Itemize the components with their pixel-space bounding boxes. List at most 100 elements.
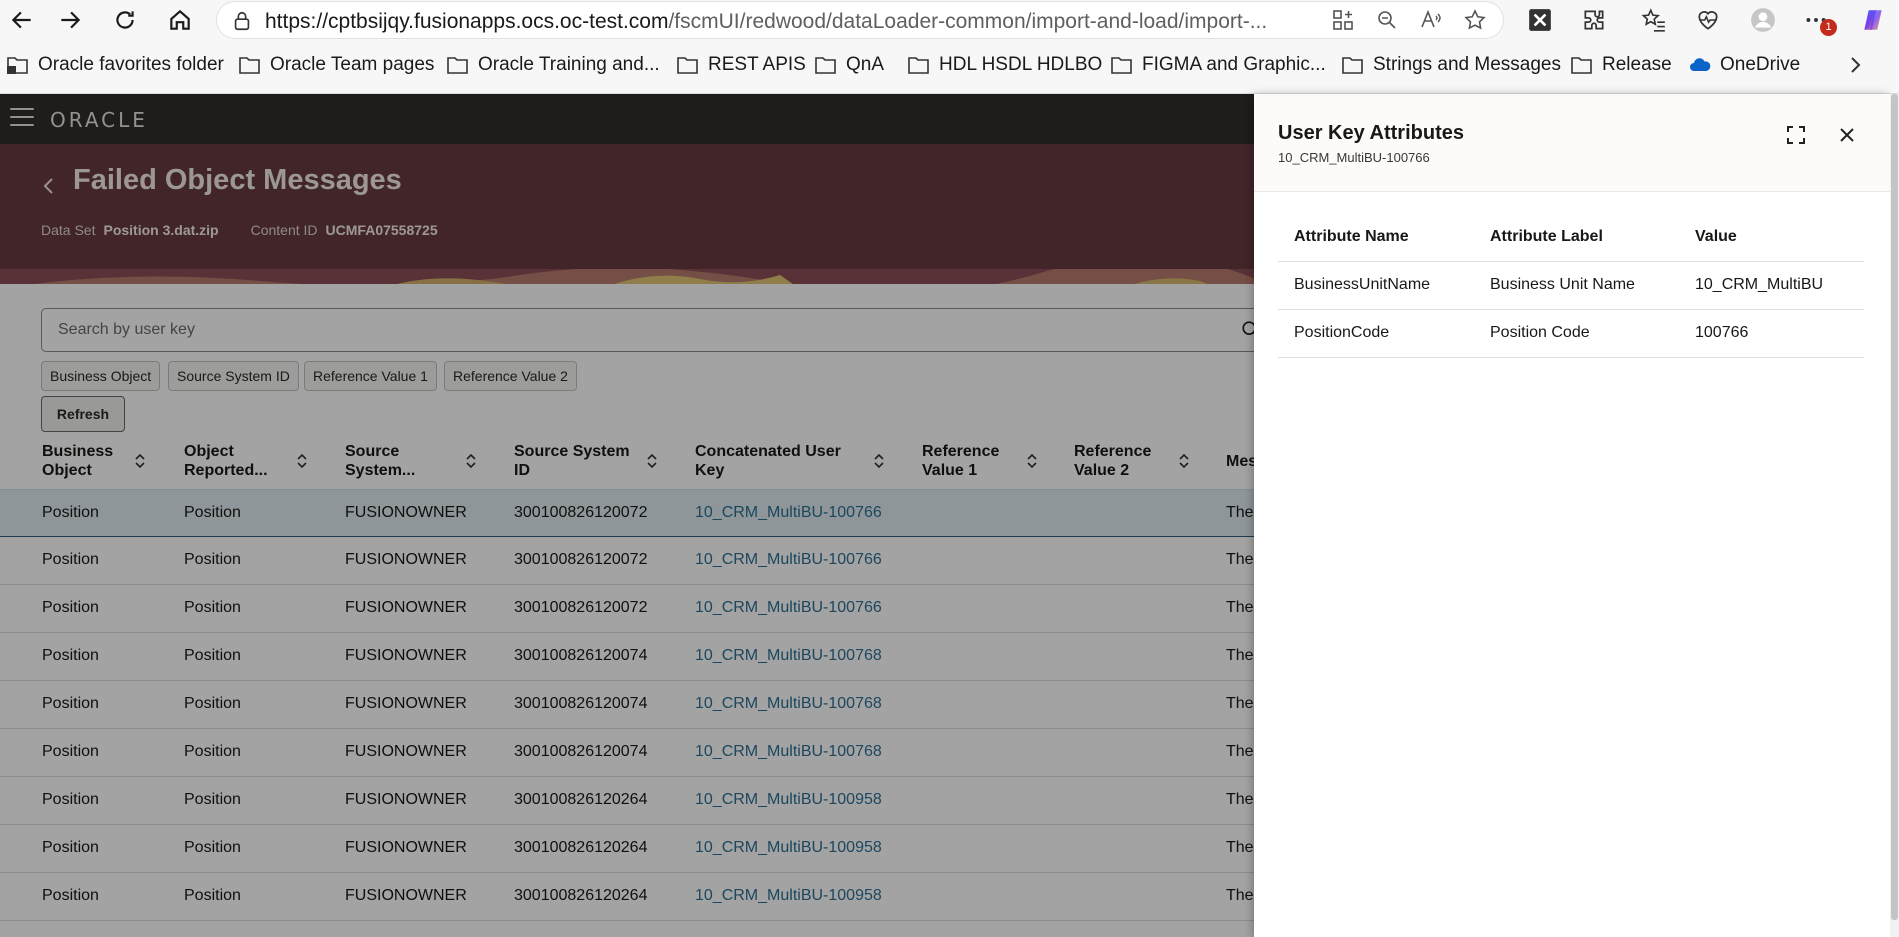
read-aloud-icon[interactable]: [1419, 8, 1443, 32]
user-key-link[interactable]: 10_CRM_MultiBU-100958: [695, 791, 882, 809]
attribute-row: PositionCode Position Code 100766: [1278, 310, 1864, 358]
favorite-oracle-favorites[interactable]: Oracle favorites folder: [6, 54, 224, 76]
column-header-business-object[interactable]: Business Object: [42, 442, 152, 488]
user-key-link[interactable]: 10_CRM_MultiBU-100958: [695, 887, 882, 905]
favorites-list-icon[interactable]: [1638, 4, 1670, 36]
home-icon[interactable]: [162, 2, 198, 38]
table-row[interactable]: Position Position FUSIONOWNER 3001008261…: [0, 825, 1260, 873]
folder-icon: [1342, 57, 1363, 74]
app-available-icon[interactable]: [1331, 8, 1355, 32]
table-row[interactable]: Position Position FUSIONOWNER 3001008261…: [0, 537, 1260, 585]
drawer-subtitle: 10_CRM_MultiBU-100766: [1278, 150, 1430, 165]
folder-icon: [677, 57, 698, 74]
expand-icon[interactable]: [1781, 120, 1811, 150]
search-input[interactable]: Search by user key: [41, 308, 1273, 352]
user-key-link[interactable]: 10_CRM_MultiBU-100768: [695, 743, 882, 761]
excel-extension-icon[interactable]: [1524, 4, 1556, 36]
sort-icon[interactable]: [1178, 452, 1190, 470]
folder-icon: [908, 57, 929, 74]
favorite-onedrive[interactable]: OneDrive: [1688, 54, 1800, 76]
column-header-reference-value-2[interactable]: Reference Value 2: [1074, 442, 1200, 488]
close-icon[interactable]: [1832, 120, 1862, 150]
column-header-concatenated-user-key[interactable]: Concatenated User Key: [695, 442, 891, 488]
column-header-object-reported[interactable]: Object Reported...: [184, 442, 312, 488]
page-meta: Data Set Position 3.dat.zip Content ID U…: [41, 222, 438, 238]
drawer-title: User Key Attributes: [1278, 122, 1464, 144]
user-key-link[interactable]: 10_CRM_MultiBU-100766: [695, 551, 882, 569]
refresh-button[interactable]: Refresh: [41, 396, 125, 432]
favorites-bar: Oracle favorites folder Oracle Team page…: [0, 40, 1899, 94]
favorites-overflow-chevron-icon[interactable]: [1843, 54, 1867, 76]
column-header-attribute-label: Attribute Label: [1490, 228, 1603, 245]
favorite-strings-messages[interactable]: Strings and Messages: [1341, 54, 1561, 76]
content-id-value: UCMFA07558725: [325, 222, 438, 238]
table-row[interactable]: Position Position FUSIONOWNER 3001008261…: [0, 873, 1260, 921]
hamburger-menu-icon[interactable]: [10, 108, 34, 130]
sort-icon[interactable]: [134, 452, 146, 470]
reload-icon[interactable]: [107, 2, 143, 38]
folder-briefcase-icon: [7, 57, 28, 74]
sort-icon[interactable]: [296, 452, 308, 470]
filter-source-system-id[interactable]: Source System ID: [168, 361, 299, 391]
sort-icon[interactable]: [873, 452, 885, 470]
column-header-value: Value: [1695, 228, 1737, 245]
user-key-attributes-drawer: User Key Attributes 10_CRM_MultiBU-10076…: [1254, 94, 1890, 937]
address-bar[interactable]: https://cptbsijqy.fusionapps.ocs.oc-test…: [216, 1, 1504, 39]
health-heart-icon[interactable]: [1692, 4, 1724, 36]
sort-icon[interactable]: [1026, 452, 1038, 470]
back-chevron-icon[interactable]: [38, 172, 60, 200]
table-row[interactable]: Position Position FUSIONOWNER 3001008261…: [0, 729, 1260, 777]
favorite-figma-graphics[interactable]: FIGMA and Graphic...: [1110, 54, 1326, 76]
content-id-label: Content ID: [250, 222, 318, 238]
filter-reference-value-2[interactable]: Reference Value 2: [444, 361, 577, 391]
lock-icon[interactable]: [231, 10, 253, 32]
table-row[interactable]: Position Position FUSIONOWNER 3001008261…: [0, 633, 1260, 681]
user-key-link[interactable]: 10_CRM_MultiBU-100768: [695, 695, 882, 713]
attribute-row: BusinessUnitName Business Unit Name 10_C…: [1278, 262, 1864, 310]
zoom-icon[interactable]: [1375, 8, 1399, 32]
column-header-source-system-id[interactable]: Source System ID: [514, 442, 664, 488]
profile-avatar-icon[interactable]: [1747, 4, 1779, 36]
table-row[interactable]: Position Position FUSIONOWNER 3001008261…: [0, 585, 1260, 633]
filter-business-object[interactable]: Business Object: [41, 361, 161, 391]
folder-icon: [447, 57, 468, 74]
user-key-link[interactable]: 10_CRM_MultiBU-100766: [695, 504, 882, 522]
table-row[interactable]: Position Position FUSIONOWNER 3001008261…: [0, 777, 1260, 825]
search-placeholder: Search by user key: [58, 321, 195, 338]
filter-reference-value-1[interactable]: Reference Value 1: [304, 361, 437, 391]
banner-decoration: [0, 269, 1260, 284]
favorite-oracle-training[interactable]: Oracle Training and...: [446, 54, 660, 76]
copilot-icon[interactable]: [1857, 4, 1889, 36]
column-header-source-system[interactable]: Source System...: [345, 442, 481, 488]
url-text: https://cptbsijqy.fusionapps.ocs.oc-test…: [265, 10, 1268, 33]
oracle-logo: ORACLE: [50, 108, 148, 132]
page-title: Failed Object Messages: [73, 164, 402, 196]
extensions-puzzle-icon[interactable]: [1578, 4, 1610, 36]
table-row[interactable]: Position Position FUSIONOWNER 3001008261…: [0, 681, 1260, 729]
folder-icon: [1571, 57, 1592, 74]
folder-icon: [1111, 57, 1132, 74]
favorite-release[interactable]: Release: [1570, 54, 1672, 76]
scrollbar-thumb[interactable]: [1891, 94, 1898, 920]
favorite-hdl-hsdl-hdlbo[interactable]: HDL HSDL HDLBO: [907, 54, 1102, 76]
folder-icon: [815, 57, 836, 74]
drawer-header: User Key Attributes 10_CRM_MultiBU-10076…: [1254, 94, 1890, 192]
notification-badge: 1: [1820, 19, 1837, 36]
favorite-qna[interactable]: QnA: [814, 54, 884, 76]
user-key-link[interactable]: 10_CRM_MultiBU-100768: [695, 647, 882, 665]
cloud-icon: [1690, 58, 1711, 71]
page-scrollbar[interactable]: [1890, 94, 1899, 937]
browser-toolbar: https://cptbsijqy.fusionapps.ocs.oc-test…: [0, 0, 1899, 40]
user-key-link[interactable]: 10_CRM_MultiBU-100766: [695, 599, 882, 617]
forward-arrow-icon[interactable]: [52, 2, 88, 38]
favorite-oracle-team-pages[interactable]: Oracle Team pages: [238, 54, 434, 76]
favorite-star-icon[interactable]: [1463, 8, 1487, 32]
user-key-link[interactable]: 10_CRM_MultiBU-100958: [695, 839, 882, 857]
column-header-reference-value-1[interactable]: Reference Value 1: [922, 442, 1048, 488]
sort-icon[interactable]: [646, 452, 658, 470]
folder-icon: [239, 57, 260, 74]
table-row[interactable]: Position Position FUSIONOWNER 3001008261…: [0, 489, 1260, 537]
back-arrow-icon[interactable]: [4, 2, 40, 38]
sort-icon[interactable]: [465, 452, 477, 470]
favorite-rest-apis[interactable]: REST APIS: [676, 54, 806, 76]
